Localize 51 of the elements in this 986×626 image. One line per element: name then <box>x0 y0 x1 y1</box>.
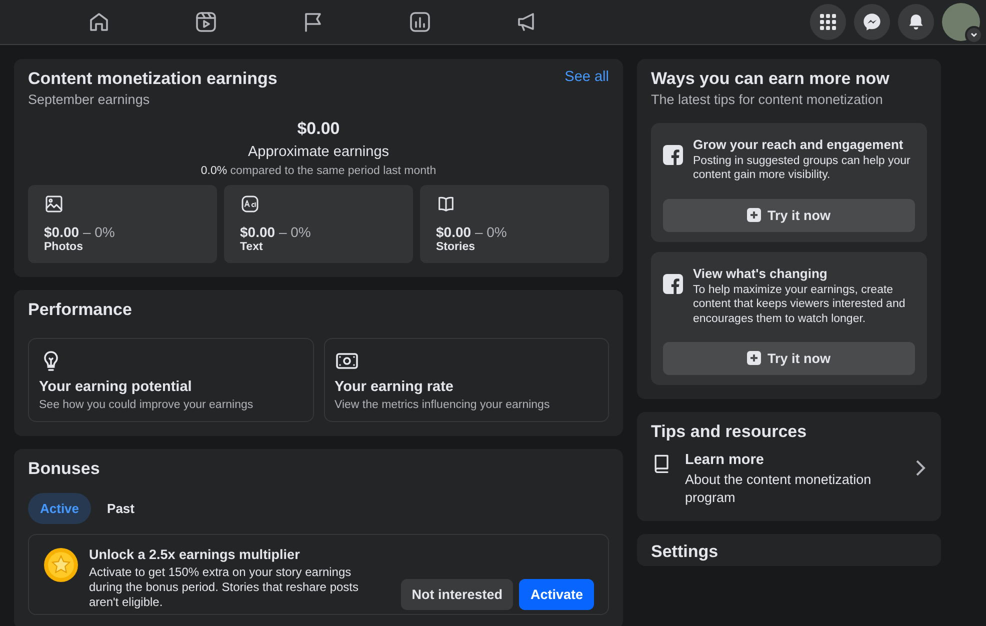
activate-button[interactable]: Activate <box>519 579 594 610</box>
resource-title: Learn more <box>685 452 765 468</box>
total-earnings: $0.00 <box>297 119 340 139</box>
tile-label: Stories <box>436 241 475 253</box>
tip-description: To help maximize your earnings, create content that keeps viewers interested and encourages them to watch longer. <box>693 282 906 326</box>
f-logo-icon <box>663 274 683 294</box>
tile-title: Your earning potential <box>39 379 192 395</box>
card-subtitle: The latest tips for content monetization <box>651 92 884 107</box>
menu-icon[interactable] <box>810 4 846 40</box>
tip-title: Grow your reach and engagement <box>693 137 904 152</box>
plus-icon <box>747 208 762 222</box>
try-button[interactable]: Try it now <box>663 342 915 375</box>
tile-label: Photos <box>44 241 83 253</box>
dismiss-button[interactable]: Not interested <box>400 579 514 610</box>
star-coin-icon <box>43 547 79 583</box>
see-all-link[interactable]: See all <box>564 69 609 85</box>
plus-icon <box>747 351 762 366</box>
earnings-amount: $0.00 – 0% <box>436 224 507 240</box>
earnings-amount: $0.00 – 0% <box>240 224 311 240</box>
messenger-icon[interactable] <box>854 4 890 40</box>
performance-tile[interactable]: Your earning rate View the metrics influencing your earnings <box>324 338 609 422</box>
caret-icon[interactable] <box>965 26 983 44</box>
comparison-text: 0.0% compared to the same period last month <box>200 165 436 177</box>
f-logo-icon <box>663 145 683 165</box>
bonus-tab[interactable]: Active <box>28 493 92 524</box>
text-format-icon <box>240 194 260 214</box>
tip-title: View what's changing <box>693 266 828 281</box>
try-button[interactable]: Try it now <box>663 198 915 232</box>
tile-description: See how you could improve your earnings <box>39 399 254 411</box>
image-icon <box>44 194 64 214</box>
card-title: Content monetization earnings <box>28 69 278 89</box>
book-icon <box>436 194 456 214</box>
resource-description: About the content monetization program <box>685 470 872 508</box>
card-subtitle: September earnings <box>28 92 151 107</box>
offer-description: Activate to get 150% extra on your story earnings during the bonus period. Stories that reshare posts aren't eligible. <box>89 565 360 610</box>
card-title: Performance <box>28 300 133 320</box>
card-title: Tips and resources <box>651 422 808 442</box>
card-title: Bonuses <box>28 459 101 479</box>
earnings-amount: $0.00 – 0% <box>44 224 115 240</box>
performance-tile[interactable]: Your earning potential See how you could improve your earnings <box>28 338 314 422</box>
offer-title: Unlock a 2.5x earnings multiplier <box>89 547 301 562</box>
tile-title: Your earning rate <box>334 379 454 395</box>
tip-description: Posting in suggested groups can help your content gain more visibility. <box>693 154 912 183</box>
bonus-tab[interactable]: Past <box>95 493 146 524</box>
tile-label: Text <box>240 241 263 253</box>
notifications-icon[interactable] <box>898 4 934 40</box>
earnings-label: Approximate earnings <box>248 144 390 160</box>
tile-description: View the metrics influencing your earnings <box>334 399 550 411</box>
resource-item[interactable]: Learn more About the content monetization program <box>651 452 927 508</box>
card-title: Ways you can earn more now <box>651 69 890 89</box>
card-title: Settings <box>651 542 720 562</box>
